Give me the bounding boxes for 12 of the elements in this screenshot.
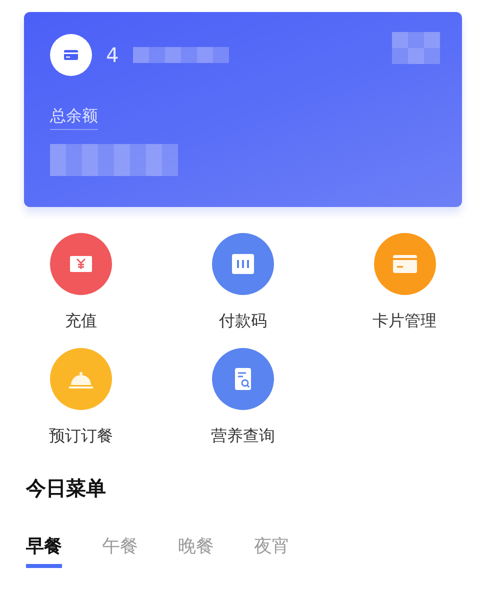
card-icon [50, 34, 92, 76]
shortcut-button[interactable]: 营养查询 [162, 348, 324, 447]
balance-card[interactable]: 4 总余额 [24, 12, 462, 207]
shortcut-button[interactable]: 卡片管理 [324, 233, 485, 332]
redacted-mosaic [392, 32, 440, 64]
balance-label: 总余额 [50, 106, 98, 130]
shortcut-button[interactable]: 充值 [0, 233, 162, 332]
section-title: 今日菜单 [26, 475, 107, 502]
shortcut-button[interactable]: 预订订餐 [0, 348, 162, 447]
shortcut-button[interactable]: 付款码 [162, 233, 324, 332]
meal-tab[interactable]: 早餐 [26, 534, 62, 568]
card-number: 4 [106, 43, 119, 67]
